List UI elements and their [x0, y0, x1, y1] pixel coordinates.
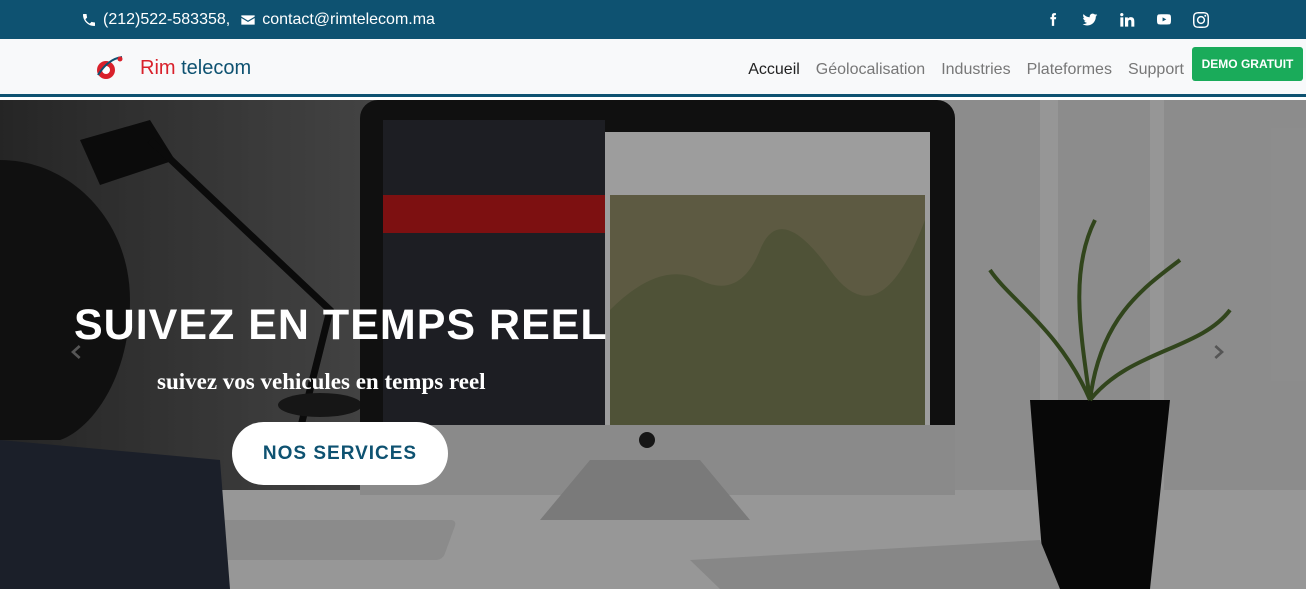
nav-item-industries[interactable]: Industries [941, 58, 1010, 79]
nav-item-support[interactable]: Support [1128, 58, 1184, 79]
demo-gratuit-button[interactable]: DEMO GRATUIT [1192, 47, 1303, 81]
site-logo[interactable]: Rim telecom [93, 53, 251, 83]
facebook-icon[interactable] [1044, 11, 1062, 29]
contact-info: (212)522-583358, contact@rimtelecom.ma [81, 0, 435, 39]
brand-name-telecom: telecom [181, 56, 252, 79]
hero-carousel: SUIVEZ EN TEMPS REEL suivez vos vehicule… [0, 100, 1306, 589]
phone-contact[interactable]: (212)522-583358, [81, 11, 230, 29]
social-links [1025, 0, 1210, 39]
main-navbar: Rim telecom Accueil Géolocalisation Indu… [0, 39, 1306, 97]
hero-subtitle: suivez vos vehicules en temps reel [157, 369, 486, 394]
carousel-next-arrow[interactable] [1203, 332, 1233, 372]
nos-services-button[interactable]: NOS SERVICES [232, 422, 448, 485]
youtube-icon[interactable] [1155, 11, 1173, 29]
nav-item-plateformes[interactable]: Plateformes [1027, 58, 1112, 79]
brand-name-rim: Rim [140, 56, 176, 79]
email-address: contact@rimtelecom.ma [262, 10, 435, 28]
rim-telecom-logo-icon [93, 53, 125, 83]
instagram-icon[interactable] [1192, 11, 1210, 29]
linkedin-icon[interactable] [1118, 11, 1136, 29]
phone-icon [81, 12, 97, 28]
main-nav: Accueil Géolocalisation Industries Plate… [732, 39, 1184, 97]
top-contact-bar: (212)522-583358, contact@rimtelecom.ma [0, 0, 1306, 39]
brand-name: Rim telecom [140, 57, 251, 80]
hero-title: SUIVEZ EN TEMPS REEL [74, 301, 608, 349]
twitter-icon[interactable] [1081, 11, 1099, 29]
email-contact[interactable]: contact@rimtelecom.ma [240, 11, 435, 29]
nav-item-accueil[interactable]: Accueil [748, 58, 800, 79]
nav-item-geolocalisation[interactable]: Géolocalisation [816, 58, 925, 79]
envelope-icon [240, 12, 256, 28]
phone-number: (212)522-583358, [103, 10, 231, 28]
